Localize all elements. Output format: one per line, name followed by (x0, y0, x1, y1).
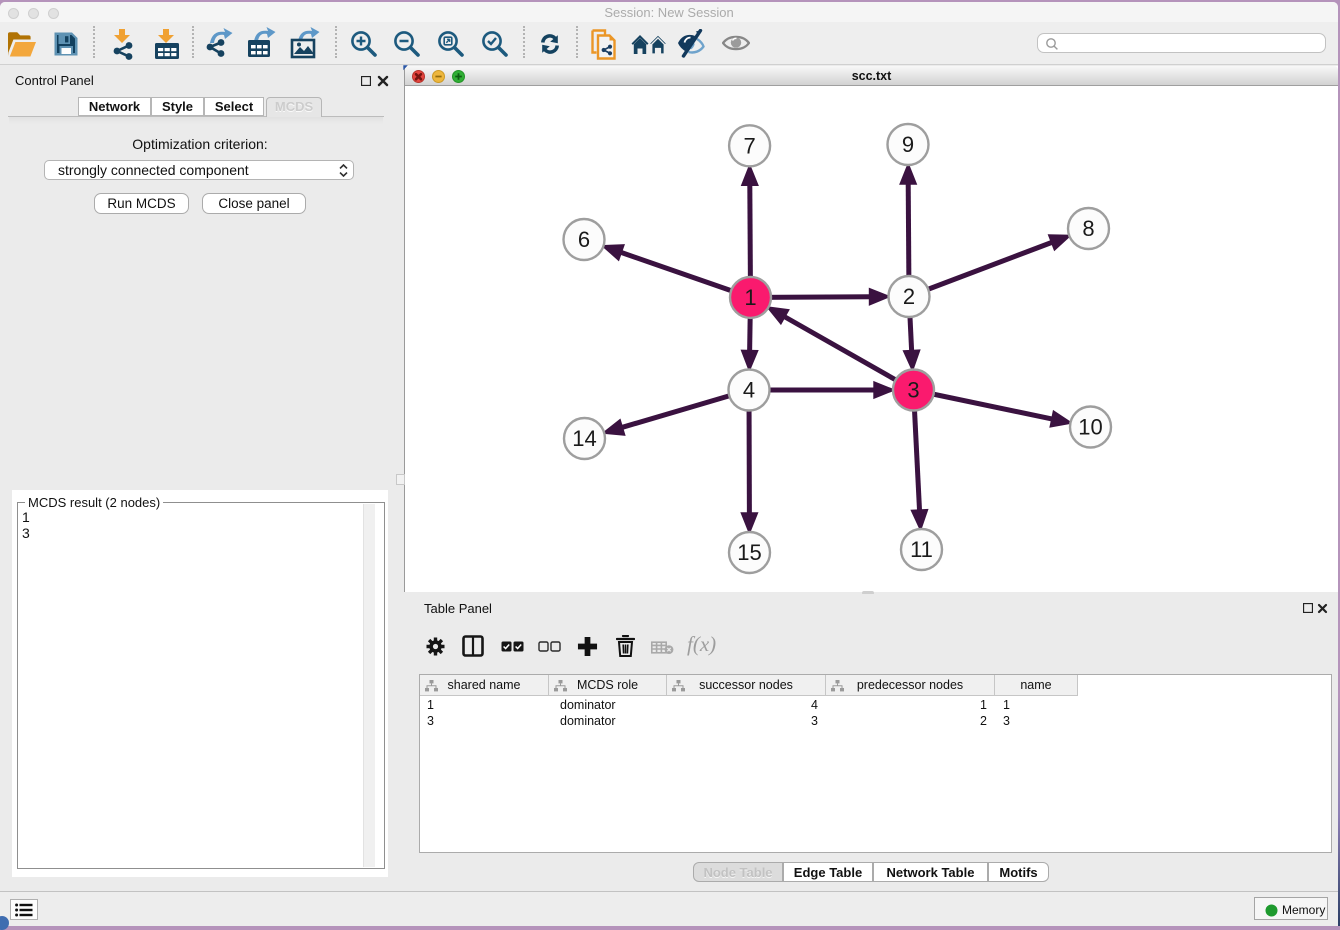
svg-text:4: 4 (743, 378, 755, 403)
svg-text:3: 3 (907, 378, 919, 403)
svg-text:11: 11 (910, 537, 933, 562)
svg-text:15: 15 (737, 540, 761, 565)
svg-text:6: 6 (578, 227, 590, 252)
svg-text:8: 8 (1082, 216, 1094, 241)
svg-text:10: 10 (1078, 415, 1102, 440)
svg-text:2: 2 (903, 284, 915, 309)
svg-text:1: 1 (744, 285, 756, 310)
svg-text:14: 14 (572, 426, 596, 451)
svg-text:7: 7 (743, 133, 755, 158)
svg-text:9: 9 (902, 132, 914, 157)
